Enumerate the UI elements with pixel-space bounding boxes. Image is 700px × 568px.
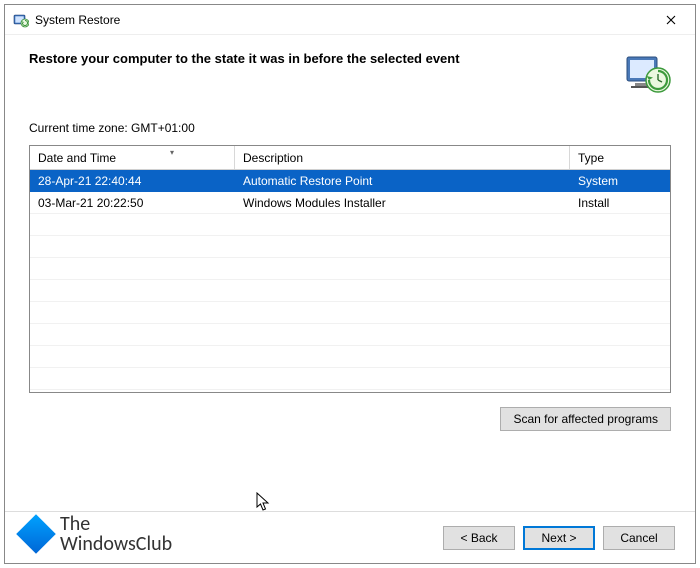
column-type[interactable]: Type (570, 146, 670, 169)
wizard-content: Current time zone: GMT+01:00 Date and Ti… (29, 111, 671, 511)
column-date-label: Date and Time (38, 151, 116, 165)
next-button[interactable]: Next > (523, 526, 595, 550)
system-restore-window: System Restore Restore your computer to … (4, 4, 696, 564)
brand-line1: The (60, 514, 172, 534)
window-title: System Restore (35, 13, 649, 27)
cell-description: Windows Modules Installer (235, 196, 570, 210)
brand-text: The WindowsClub (60, 514, 172, 554)
timezone-label: Current time zone: GMT+01:00 (29, 121, 671, 135)
back-button[interactable]: < Back (443, 526, 515, 550)
cell-type: System (570, 174, 670, 188)
table-header[interactable]: Date and Time ▾ Description Type (30, 146, 670, 170)
cell-type: Install (570, 196, 670, 210)
column-date[interactable]: Date and Time ▾ (30, 146, 235, 169)
system-restore-large-icon (623, 49, 671, 97)
wizard-header: Restore your computer to the state it wa… (5, 35, 695, 105)
wizard-heading: Restore your computer to the state it wa… (29, 49, 611, 66)
brand-line2: WindowsClub (60, 534, 172, 554)
column-description[interactable]: Description (235, 146, 570, 169)
restore-points-table[interactable]: Date and Time ▾ Description Type 28-Apr-… (29, 145, 671, 393)
table-row[interactable]: 03-Mar-21 20:22:50Windows Modules Instal… (30, 192, 670, 214)
cell-description: Automatic Restore Point (235, 174, 570, 188)
scan-affected-programs-button[interactable]: Scan for affected programs (500, 407, 671, 431)
column-type-label: Type (578, 151, 604, 165)
cell-date: 28-Apr-21 22:40:44 (30, 174, 235, 188)
system-restore-icon (13, 12, 29, 28)
column-desc-label: Description (243, 151, 303, 165)
brand-logo-icon (16, 514, 56, 554)
table-body: 28-Apr-21 22:40:44Automatic Restore Poin… (30, 170, 670, 392)
sort-indicator-icon: ▾ (170, 148, 174, 157)
cell-date: 03-Mar-21 20:22:50 (30, 196, 235, 210)
titlebar: System Restore (5, 5, 695, 35)
watermark-brand: The WindowsClub (22, 514, 172, 554)
table-row[interactable]: 28-Apr-21 22:40:44Automatic Restore Poin… (30, 170, 670, 192)
close-button[interactable] (649, 6, 693, 34)
cancel-button[interactable]: Cancel (603, 526, 675, 550)
